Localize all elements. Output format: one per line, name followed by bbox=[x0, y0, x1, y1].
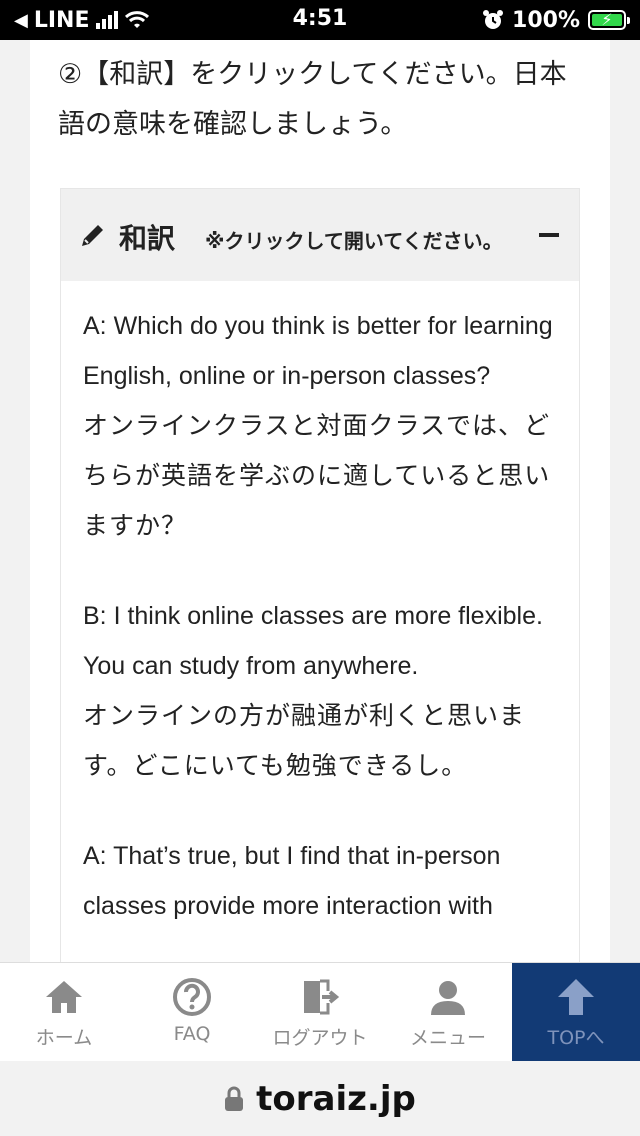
status-bar: ◀ LINE 4:51 100% ⚡ bbox=[0, 0, 640, 40]
nav-top-label: TOPへ bbox=[547, 1027, 605, 1049]
dialogue-paragraph: A: That’s true, but I find that in-perso… bbox=[83, 831, 563, 931]
collapse-minus-icon[interactable] bbox=[539, 233, 559, 237]
dialogue-japanese: オンラインの方が融通が利くと思います。どこにいても勉強できるし。 bbox=[83, 701, 526, 780]
pencil-icon bbox=[82, 225, 103, 246]
accordion-note: ※クリックして開いてください。 bbox=[205, 229, 503, 253]
lesson-card: ②【和訳】をクリックしてください。日本語の意味を確認しましょう。 和訳 ※クリッ… bbox=[30, 40, 610, 962]
nav-menu[interactable]: メニュー bbox=[384, 963, 512, 1062]
nav-logout[interactable]: ログアウト bbox=[256, 963, 384, 1062]
accordion-body: A: Which do you think is better for lear… bbox=[83, 301, 563, 962]
instruction-text: ②【和訳】をクリックしてください。日本語の意味を確認しましょう。 bbox=[58, 59, 567, 140]
dialogue-japanese: オンラインクラスと対面クラスでは、どちらが英語を学ぶのに適していると思いますか？ bbox=[83, 411, 551, 540]
nav-home-label: ホーム bbox=[35, 1027, 93, 1049]
arrow-up-icon bbox=[558, 979, 594, 1015]
bottom-nav: ホーム FAQ ログアウト メニュー TOPへ bbox=[0, 962, 640, 1062]
dialogue-paragraph: A: Which do you think is better for lear… bbox=[83, 301, 563, 551]
browser-url-bar[interactable]: toraiz.jp bbox=[0, 1061, 640, 1136]
url-text: toraiz.jp bbox=[256, 1078, 416, 1119]
nav-top[interactable]: TOPへ bbox=[512, 963, 640, 1062]
nav-faq[interactable]: FAQ bbox=[128, 963, 256, 1062]
nav-menu-label: メニュー bbox=[409, 1027, 486, 1049]
home-icon bbox=[46, 981, 82, 1013]
lock-icon bbox=[225, 1086, 244, 1111]
dialogue-paragraph: B: I think online classes are more flexi… bbox=[83, 591, 563, 791]
dialogue-english: A: Which do you think is better for lear… bbox=[83, 312, 553, 390]
dialogue-english: A: That’s true, but I find that in-perso… bbox=[83, 842, 501, 920]
dialogue-english: B: I think online classes are more flexi… bbox=[83, 602, 543, 680]
alarm-icon bbox=[483, 10, 504, 29]
accordion-title: 和訳 bbox=[119, 222, 176, 255]
question-circle-icon bbox=[173, 978, 211, 1016]
nav-logout-label: ログアウト bbox=[272, 1027, 368, 1049]
translation-accordion: 和訳 ※クリックして開いてください。 A: Which do you think… bbox=[60, 188, 580, 962]
battery-charging-icon: ⚡ bbox=[588, 10, 630, 30]
logout-door-icon bbox=[304, 979, 340, 1015]
user-icon bbox=[431, 981, 465, 1015]
battery-percent: 100% bbox=[512, 7, 580, 33]
nav-faq-label: FAQ bbox=[173, 1023, 211, 1045]
nav-home[interactable]: ホーム bbox=[0, 963, 128, 1062]
accordion-header[interactable]: 和訳 ※クリックして開いてください。 bbox=[61, 189, 579, 281]
